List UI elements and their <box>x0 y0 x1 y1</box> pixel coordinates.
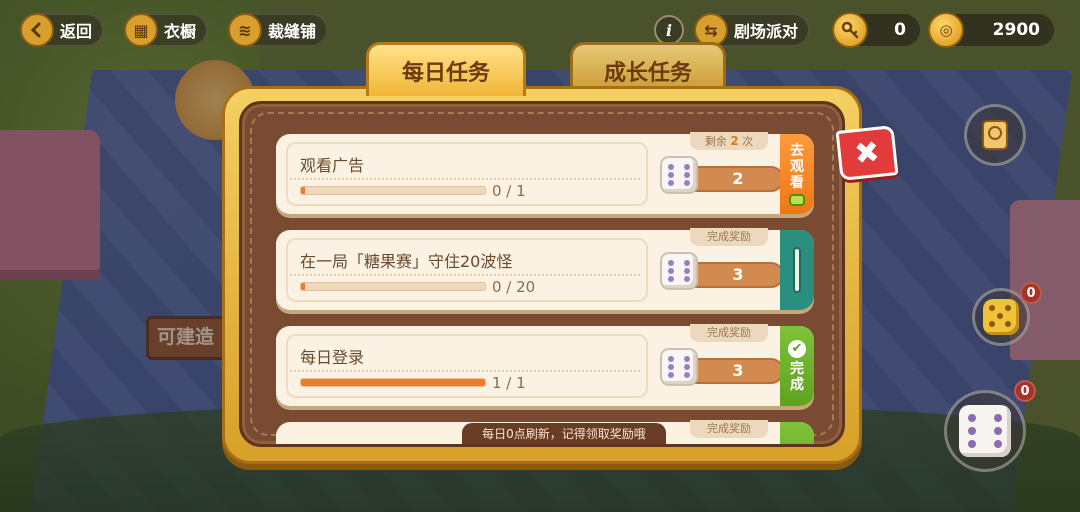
remaining-prefix: 剩余 <box>704 135 727 148</box>
task-dialog: 观看广告 0 / 1 剩余 2 次 2 去观看 在一局「糖果赛」守住20波怪 0… <box>222 86 862 464</box>
task-action-button[interactable] <box>780 422 814 444</box>
back-arrow-icon <box>20 13 54 47</box>
tailor-shop-button[interactable]: ≋ 裁缝铺 <box>228 13 329 47</box>
task-progress-text: 1 / 1 <box>492 374 526 392</box>
reward-caption: 完成奖励 <box>690 420 768 438</box>
remaining-suffix: 次 <box>742 135 754 148</box>
key-counter: 0 <box>832 12 920 48</box>
reward-dice-icon <box>660 156 698 194</box>
coin-counter: ◎ 2900 <box>928 12 1054 48</box>
gold-dice-count-badge: 0 <box>1020 282 1042 304</box>
task-progress-bar <box>300 282 486 291</box>
key-count: 0 <box>894 20 906 40</box>
back-button[interactable]: 返回 <box>20 13 105 47</box>
task-card-watch-ad: 观看广告 0 / 1 剩余 2 次 2 去观看 <box>276 132 814 214</box>
theater-party-label: 剧场派对 <box>734 22 799 41</box>
completed-label: 完成 <box>790 360 804 393</box>
divider <box>290 370 640 372</box>
task-card-daily-login: 每日登录 1 / 1 完成奖励 3 ✔ 完成 <box>276 324 814 406</box>
dice-icon <box>959 405 1011 457</box>
coin-icon: ◎ <box>928 12 964 48</box>
reward-caption: 完成奖励 <box>690 228 768 246</box>
task-card-candy-race: 在一局「糖果赛」守住20波怪 0 / 20 完成奖励 3 <box>276 228 814 310</box>
tab-daily-tasks[interactable]: 每日任务 <box>366 42 526 96</box>
task-title: 在一局「糖果赛」守住20波怪 <box>300 252 513 271</box>
close-icon[interactable]: ✖ <box>835 125 899 181</box>
coin-count: 2900 <box>992 20 1040 40</box>
back-label: 返回 <box>60 22 93 41</box>
info-icon[interactable]: i <box>654 15 684 45</box>
task-progress-text: 0 / 20 <box>492 278 536 296</box>
key-icon <box>832 12 868 48</box>
task-progress-bar <box>300 186 486 195</box>
task-progress-bar <box>300 378 486 387</box>
task-progress-fill <box>301 187 305 194</box>
task-progress-fill <box>301 283 305 290</box>
remaining-number: 2 <box>730 134 739 148</box>
task-locked-indicator <box>780 230 814 310</box>
reward-caption: 完成奖励 <box>690 324 768 342</box>
completed-button[interactable]: ✔ 完成 <box>780 326 814 406</box>
reward-dice-icon <box>660 348 698 386</box>
document-icon <box>982 120 1008 150</box>
task-progress-fill <box>301 379 485 386</box>
watch-ad-button[interactable]: 去观看 <box>780 134 814 214</box>
divider <box>290 178 640 180</box>
roll-dice-button[interactable] <box>944 390 1026 472</box>
badge-book-button[interactable] <box>964 104 1026 166</box>
task-list-panel: 观看广告 0 / 1 剩余 2 次 2 去观看 在一局「糖果赛」守住20波怪 0… <box>239 101 845 447</box>
watch-ad-label: 去观看 <box>790 142 804 191</box>
coin-icon <box>789 193 805 206</box>
thread-spool-icon: ≋ <box>228 13 262 47</box>
task-title: 观看广告 <box>300 156 365 175</box>
dice-count-badge: 0 <box>1014 380 1036 402</box>
divider <box>290 274 640 276</box>
tailor-shop-label: 裁缝铺 <box>268 22 317 41</box>
task-progress-text: 0 / 1 <box>492 182 526 200</box>
wardrobe-label: 衣橱 <box>164 22 197 41</box>
locked-bar-icon <box>793 247 801 293</box>
checkmark-icon: ✔ <box>788 339 806 358</box>
wardrobe-button[interactable]: ▦ 衣橱 <box>124 13 209 47</box>
gold-dice-icon <box>983 299 1019 335</box>
wardrobe-icon: ▦ <box>124 13 158 47</box>
remaining-count-caption: 剩余 2 次 <box>690 132 768 150</box>
task-title: 每日登录 <box>300 348 365 367</box>
reward-dice-icon <box>660 252 698 290</box>
refresh-notice: 每日0点刷新，记得领取奖励哦 <box>462 423 666 444</box>
